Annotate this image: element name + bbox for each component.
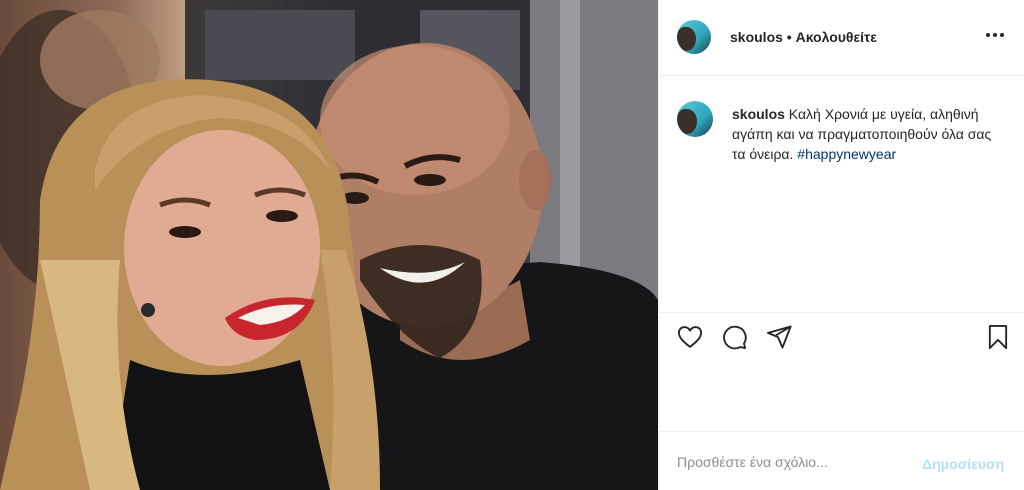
post-header: skoulos • Ακολουθείτε [659, 0, 1024, 76]
publish-button[interactable]: Δημοσίευση [922, 456, 1004, 472]
caption-area: skoulos Καλή Χρονιά με υγεία, αληθινή αγ… [659, 76, 1024, 312]
comment-bubble-icon[interactable] [720, 323, 748, 351]
post-actions [659, 312, 1024, 362]
caption-avatar[interactable] [677, 101, 713, 137]
post-photo-art [0, 0, 658, 490]
bookmark-icon[interactable] [984, 323, 1012, 351]
caption-username[interactable]: skoulos [732, 106, 785, 122]
heart-icon[interactable] [676, 323, 704, 351]
send-paper-plane-icon[interactable] [765, 323, 793, 351]
avatar[interactable] [677, 20, 711, 54]
follow-status[interactable]: • Ακολουθείτε [787, 29, 877, 45]
post-photo[interactable] [0, 0, 658, 490]
post-side-panel: skoulos • Ακολουθείτε skoulos Καλή Χρονι… [658, 0, 1024, 490]
comment-box: Δημοσίευση [659, 431, 1024, 490]
hashtag-link[interactable]: #happynewyear [797, 146, 896, 162]
more-options-icon[interactable] [983, 23, 1007, 47]
post-caption: skoulos Καλή Χρονιά με υγεία, αληθινή αγ… [732, 104, 994, 164]
comment-input[interactable] [677, 454, 897, 470]
username-link[interactable]: skoulos [730, 29, 783, 45]
header-username: skoulos • Ακολουθείτε [730, 29, 877, 45]
